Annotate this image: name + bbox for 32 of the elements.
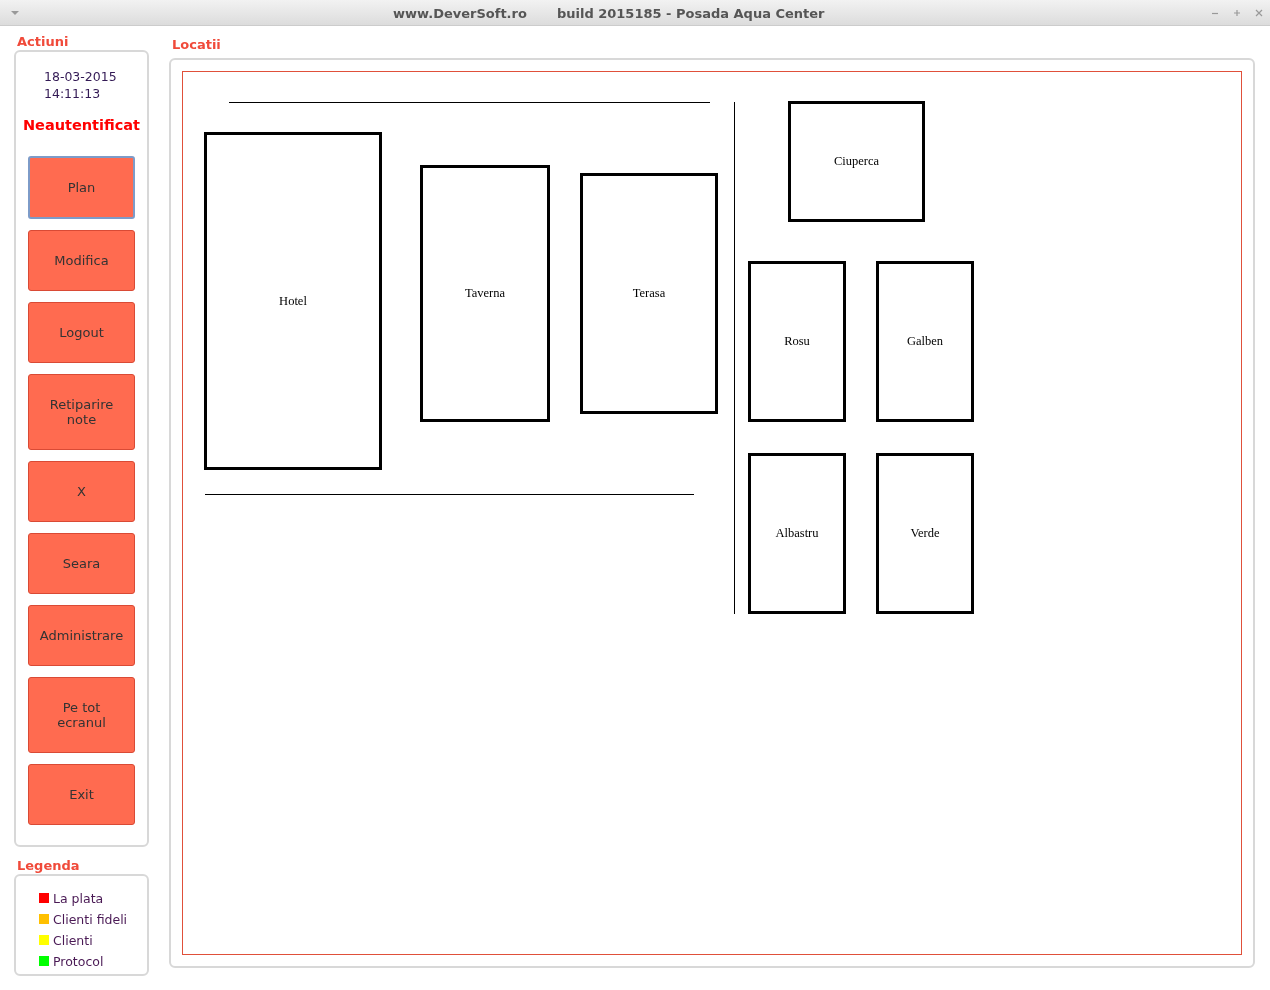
- legend-label: Clienti fideli: [53, 911, 128, 927]
- legend-label: Clienti: [53, 932, 93, 948]
- login-status: Neautentificat: [22, 117, 141, 133]
- close-icon[interactable]: [1255, 8, 1263, 17]
- legend-label: Protocol: [53, 953, 104, 969]
- section-title: Legenda: [16, 857, 81, 874]
- action-button[interactable]: X: [28, 461, 135, 522]
- action-button[interactable]: Retiparire note: [28, 374, 135, 450]
- section-title: Locatii: [171, 36, 222, 49]
- window-title: build 2015185 - Posada Aqua Center: [556, 6, 825, 21]
- maximize-icon[interactable]: [1233, 8, 1241, 17]
- location-box[interactable]: Ciuperca: [788, 101, 925, 222]
- legend-label: La plata: [53, 890, 104, 906]
- location-box[interactable]: Albastru: [748, 453, 846, 614]
- location-box[interactable]: Galben: [876, 261, 974, 422]
- date-text: 18-03-2015: [44, 68, 117, 85]
- location-box[interactable]: Terasa: [580, 173, 718, 414]
- action-button[interactable]: Administrare: [28, 605, 135, 666]
- action-button[interactable]: Pe tot ecranul: [28, 677, 135, 753]
- location-box[interactable]: Rosu: [748, 261, 846, 422]
- action-button[interactable]: Exit: [28, 764, 135, 825]
- action-button[interactable]: Plan: [28, 156, 135, 219]
- location-box[interactable]: Verde: [876, 453, 974, 614]
- action-button[interactable]: Seara: [28, 533, 135, 594]
- location-box[interactable]: Hotel: [204, 132, 382, 470]
- action-button[interactable]: Modifica: [28, 230, 135, 291]
- section-title: Actiuni: [16, 33, 70, 50]
- action-button[interactable]: Logout: [28, 302, 135, 363]
- location-box[interactable]: Taverna: [420, 165, 550, 422]
- window-title: www.DeverSoft.ro: [393, 6, 527, 21]
- time-text: 14:11:13: [44, 85, 102, 102]
- dropdown-icon[interactable]: [10, 9, 20, 16]
